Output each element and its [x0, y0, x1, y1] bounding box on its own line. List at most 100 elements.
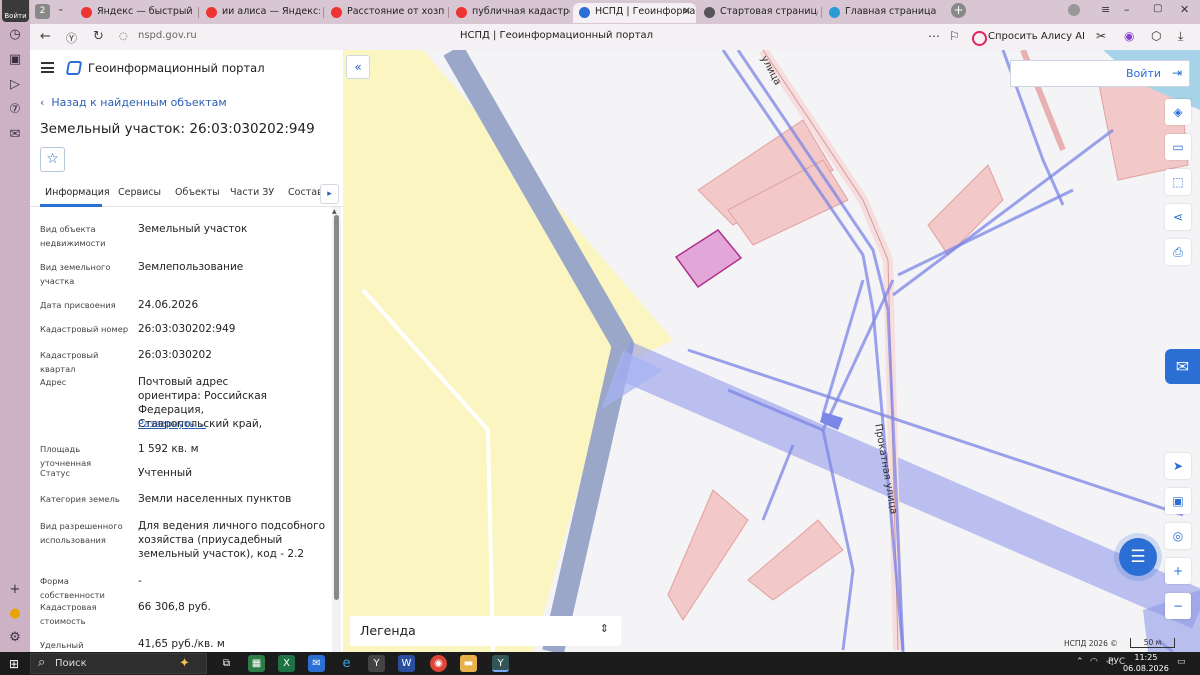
scroll-up-arrow-icon[interactable]: ▲ [332, 208, 337, 215]
file-explorer-icon[interactable]: ▬ [460, 655, 477, 672]
active-tab-underline [40, 204, 102, 207]
store-icon[interactable]: ▦ [248, 655, 265, 672]
parcel[interactable] [667, 489, 749, 621]
layers-tool-button[interactable]: ◈ [1165, 99, 1191, 125]
chat-assistant-button[interactable]: ☰ [1119, 538, 1157, 576]
tab-switcher-icon[interactable]: 2 [35, 4, 50, 19]
parcel[interactable] [747, 519, 844, 601]
system-clock[interactable]: 11:25 06.08.2026 [1123, 652, 1169, 674]
yandex-favicon-icon [206, 7, 217, 18]
tabs-scroll-right-button[interactable]: ▸ [320, 184, 339, 204]
tab-services[interactable]: Сервисы [118, 187, 161, 198]
field-value: 26:03:030202 [138, 349, 212, 361]
support-chat-tab[interactable]: ✉ [1165, 349, 1200, 384]
more-icon[interactable]: ⋯ [928, 29, 940, 43]
login-button[interactable]: Войти ⇥ [1010, 60, 1190, 87]
zoom-in-button[interactable]: + [1165, 558, 1191, 584]
back-to-results-link[interactable]: ‹ Назад к найденным объектам [40, 96, 227, 109]
back-icon[interactable]: ← [40, 29, 51, 44]
downloads-icon[interactable]: ⤓ [1178, 29, 1183, 44]
signin-button[interactable]: Войти [2, 0, 29, 22]
selected-parcel[interactable] [674, 229, 743, 289]
tab-distance[interactable]: Расстояние от хозпостр [325, 3, 445, 23]
url-text[interactable]: nspd.gov.ru [138, 30, 197, 41]
tab-nspd[interactable]: НСПД | Геоинформацио✕ [573, 3, 696, 23]
tab-parts[interactable]: Части ЗУ [230, 187, 274, 198]
app-avatar-icon[interactable]: ● [7, 606, 23, 622]
video-icon[interactable]: ▷ [7, 77, 23, 93]
extension-tool-icon[interactable]: ✂ [1096, 29, 1106, 43]
panel-scrollbar[interactable] [334, 215, 339, 600]
page-title-text: НСПД | Геоинформационный портал [460, 30, 654, 41]
field-key: Кадастровый номер [40, 324, 129, 334]
tray-chevron-icon[interactable]: ⌃ [1076, 657, 1084, 667]
field-value: 24.06.2026 [138, 299, 199, 311]
portal-brand[interactable]: Геоинформационный портал [88, 61, 265, 75]
extension-circle-icon[interactable]: ◉ [1124, 29, 1134, 43]
share-tool-button[interactable]: ⋖ [1165, 204, 1191, 230]
notifications-icon[interactable]: ▭ [1177, 657, 1186, 667]
field-value: Земельный участок [138, 223, 248, 235]
outlook-icon[interactable]: ✉ [308, 655, 325, 672]
edge-icon[interactable]: e [338, 655, 355, 672]
excel-icon[interactable]: X [278, 655, 295, 672]
minimap-icon: ▣ [1172, 494, 1184, 508]
chrome-icon[interactable]: ◉ [430, 655, 447, 672]
ruler-tool-button[interactable]: ▭ [1165, 134, 1191, 160]
locate-tool-button[interactable]: ➤ [1165, 453, 1191, 479]
select-area-tool-button[interactable]: ⬚ [1165, 169, 1191, 195]
close-tab-icon[interactable]: ✕ [683, 3, 691, 21]
minimize-icon[interactable]: – [1124, 3, 1130, 16]
collections-icon[interactable]: ▣ [7, 52, 23, 68]
add-icon[interactable]: + [7, 582, 23, 598]
expand-collapse-icon: ⇕ [599, 622, 609, 635]
minimap-tool-button[interactable]: ▣ [1165, 488, 1191, 514]
chevron-left-icon: ‹ [40, 96, 52, 109]
zoom-out-button[interactable]: − [1165, 593, 1191, 619]
chat-bubble-icon: ✉ [1175, 357, 1190, 376]
field-key: Кадастровый квартал [40, 350, 99, 374]
expand-address-link[interactable]: Развернуть ⌄ [138, 419, 206, 430]
tab-start-page[interactable]: Стартовая страница - Ко [698, 3, 818, 23]
task-view-icon[interactable]: ⧉ [218, 655, 235, 672]
favorite-star-button[interactable]: ☆ [40, 147, 65, 172]
bookmark-icon[interactable]: ⚐ [949, 29, 960, 43]
restore-icon[interactable]: ▢ [1153, 3, 1162, 14]
tab-objects[interactable]: Объекты [175, 187, 220, 198]
ask-alisa-button[interactable]: Спросить Алису AI [972, 28, 1085, 46]
tab-composition[interactable]: Состав [288, 187, 323, 198]
word-icon[interactable]: W [398, 655, 415, 672]
new-tab-icon[interactable]: + [951, 3, 966, 18]
tab-alisa-search[interactable]: ии алиса — Яндекс: нашл [200, 3, 320, 23]
yandex-browser-icon[interactable]: Y [492, 655, 509, 672]
navigation-arrow-icon: ➤ [1172, 459, 1184, 473]
menu-icon[interactable]: ≡ [1101, 3, 1110, 16]
seven-app-icon[interactable]: ⑦ [7, 102, 23, 118]
mail-icon[interactable]: ✉ [7, 127, 23, 143]
yandex-app-icon[interactable]: Y [368, 655, 385, 672]
tab-information[interactable]: Информация [45, 187, 110, 198]
site-info-icon[interactable]: ◌ [119, 31, 128, 42]
extension-puzzle-icon[interactable]: ⬡ [1151, 29, 1161, 43]
search-point-tool-button[interactable]: ◎ [1165, 523, 1191, 549]
yandex-logo-icon[interactable]: Ⓨ [66, 30, 77, 46]
print-tool-button[interactable]: ⎙ [1165, 239, 1191, 265]
wifi-icon[interactable]: ◠ [1090, 657, 1098, 667]
collapse-panel-button[interactable]: « [346, 55, 370, 79]
field-value: 66 306,8 руб. [138, 601, 211, 613]
field-value: Земли населенных пунктов [138, 493, 292, 505]
legend-dropdown[interactable]: Легенда ⇕ [350, 616, 621, 646]
windows-taskbar: ⊞ Поиск ✦ ⧉ ▦ X ✉ e Y W ◉ ▬ Y ⌃ ◠ ◁ РУС … [0, 652, 1200, 675]
close-window-icon[interactable]: ✕ [1180, 3, 1189, 16]
menu-hamburger-icon[interactable] [41, 62, 54, 73]
profile-avatar-icon[interactable] [1068, 4, 1080, 16]
tab-cadastral-map[interactable]: публичная кадастровая [450, 3, 570, 23]
map-canvas[interactable]: улица Прокатная улица [343, 50, 1200, 652]
settings-icon[interactable]: ⚙ [7, 630, 23, 646]
windows-start-icon[interactable]: ⊞ [9, 657, 19, 671]
tab-yandex-search[interactable]: Яндекс — быстрый поиск [75, 3, 195, 23]
history-icon[interactable]: ◷ [7, 27, 23, 43]
reload-icon[interactable]: ↻ [93, 29, 104, 44]
tab-menu-chevron-icon[interactable]: ⌄ [57, 4, 65, 14]
tab-home-page[interactable]: Главная страница [823, 3, 943, 23]
